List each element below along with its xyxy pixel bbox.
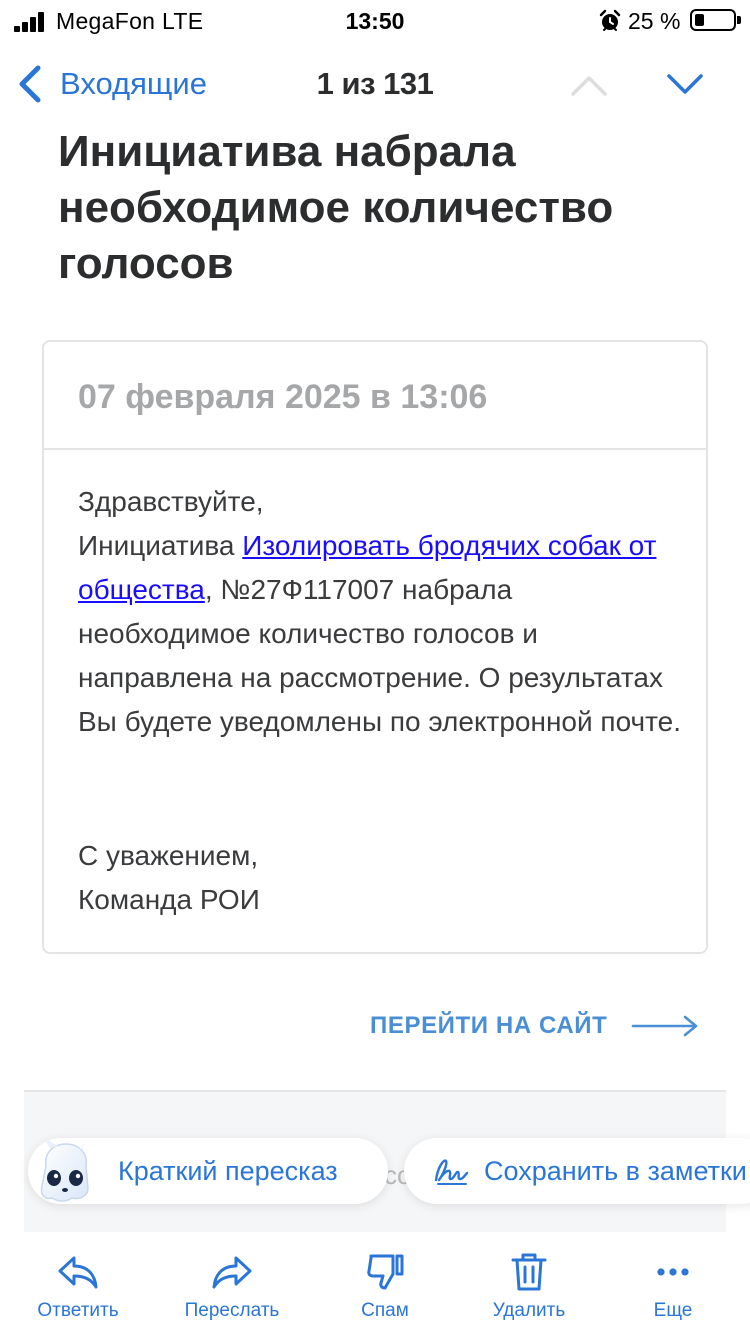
status-bar: MegaFon LTE 13:50 25 %	[0, 0, 750, 44]
save-to-notes-label: Сохранить в заметки	[484, 1155, 747, 1186]
message-card: 07 февраля 2025 в 13:06 Здравствуйте, Ин…	[42, 340, 708, 954]
delete-button[interactable]: Удалить	[469, 1250, 589, 1322]
body-prefix: Инициатива	[78, 530, 243, 561]
go-to-site-label: ПЕРЕЙТИ НА САЙТ	[370, 1012, 608, 1039]
signature-line-2: Команда РОИ	[78, 884, 260, 915]
summary-button[interactable]: Краткий пересказ	[28, 1138, 388, 1204]
alarm-icon	[599, 9, 621, 31]
signature: С уважением, Команда РОИ	[78, 834, 678, 922]
message-date: 07 февраля 2025 в 13:06	[78, 378, 488, 416]
reply-label: Ответить	[37, 1300, 119, 1321]
thumbs-down-icon	[367, 1254, 404, 1290]
next-message-button[interactable]	[664, 70, 706, 100]
go-to-site-link[interactable]: ПЕРЕЙТИ НА САЙТ	[370, 1008, 699, 1044]
more-label: Еще	[653, 1300, 693, 1321]
nav-bar: Входящие 1 из 131	[0, 50, 750, 120]
mail-screen: MegaFon LTE 13:50 25 % Входящие 1 из 131	[0, 0, 750, 1334]
battery-percent: 25 %	[628, 8, 681, 34]
message-body: Здравствуйте, Инициатива Изолировать бро…	[78, 480, 688, 744]
trash-icon	[511, 1253, 547, 1291]
greeting: Здравствуйте,	[78, 486, 264, 517]
spam-label: Спам	[361, 1300, 409, 1321]
email-subject: Инициатива набрала необходимое количеств…	[58, 127, 614, 288]
card-divider	[44, 448, 706, 450]
more-button[interactable]: Еще	[613, 1250, 733, 1322]
spam-button[interactable]: Спам	[325, 1250, 445, 1322]
forward-label: Переслать	[184, 1300, 280, 1321]
more-dots-icon	[657, 1268, 689, 1276]
arrow-right-icon	[632, 1015, 698, 1037]
forward-button[interactable]: Переслать	[172, 1250, 292, 1322]
summary-label: Краткий пересказ	[118, 1155, 338, 1186]
bottom-toolbar: Ответить Переслать Спам Удалить Еще	[0, 1232, 750, 1334]
save-to-notes-button[interactable]: Сохранить в заметки	[404, 1138, 750, 1204]
reply-button[interactable]: Ответить	[18, 1250, 138, 1322]
signature-line-1: С уважением,	[78, 840, 259, 871]
body-paragraph: Инициатива Изолировать бродячих собак от…	[78, 524, 688, 744]
battery-icon	[690, 9, 741, 31]
delete-label: Удалить	[492, 1300, 566, 1321]
message-counter: 1 из 131	[316, 66, 434, 101]
signature-pen-icon	[434, 1159, 469, 1185]
forward-icon	[212, 1256, 252, 1289]
assistant-icon	[40, 1138, 89, 1202]
reply-icon	[58, 1256, 98, 1289]
previous-message-button[interactable]	[568, 70, 610, 100]
